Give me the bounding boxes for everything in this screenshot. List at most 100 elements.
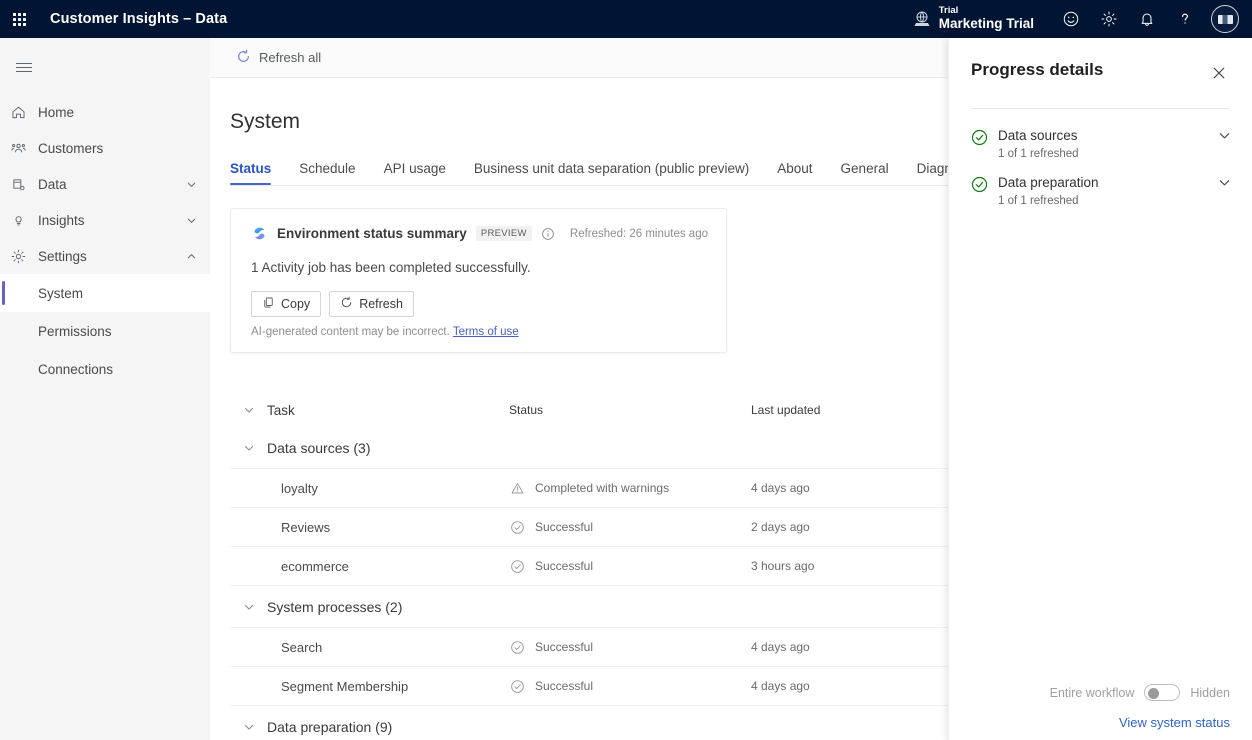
hamburger-menu-icon[interactable] [0,46,48,88]
refresh-spinner-icon [236,49,251,67]
sidebar-item-permissions[interactable]: Permissions [0,312,210,350]
help-icon[interactable] [1168,2,1202,36]
sidebar-item-connections[interactable]: Connections [0,350,210,388]
tab-about[interactable]: About [777,161,826,185]
sidebar-subitem-label: Connections [38,362,113,377]
panel-item-text: Data preparation 1 of 1 refreshed [998,174,1214,207]
task-name: Segment Membership [267,679,509,694]
last-updated: 4 days ago [751,640,810,654]
panel-item-subtitle: 1 of 1 refreshed [998,148,1214,160]
preview-badge: PREVIEW [476,226,532,241]
tab-business-unit-data-separation[interactable]: Business unit data separation (public pr… [474,161,763,185]
trial-environment-indicator[interactable]: Trial Marketing Trial [913,6,1034,31]
globe-icon [913,10,931,28]
sidebar-item-home[interactable]: Home [0,94,210,130]
sidebar-item-data[interactable]: Data [0,166,210,202]
sidebar-item-label: Customers [38,141,198,156]
panel-header: Progress details [949,38,1252,86]
refresh-button[interactable]: Refresh [329,291,414,317]
warning-triangle-icon [509,480,526,497]
entire-workflow-toggle[interactable] [1144,684,1180,701]
panel-footer: Entire workflow Hidden View system statu… [949,684,1252,740]
check-circle-icon [509,678,526,695]
tab-schedule[interactable]: Schedule [299,161,369,185]
status-label: Successful [535,559,593,573]
panel-title: Progress details [971,60,1103,80]
copy-button[interactable]: Copy [251,291,321,317]
copy-icon [262,296,275,312]
tab-api-usage[interactable]: API usage [384,161,460,185]
top-app-bar: Customer Insights – Data Trial Marketing… [0,0,1252,38]
sidebar-subitem-label: System [38,286,83,301]
chevron-down-icon[interactable] [184,215,198,226]
terms-of-use-link[interactable]: Terms of use [453,326,519,338]
trial-kicker: Trial [939,6,1034,16]
group-label: System processes (2) [267,599,509,615]
sidebar-item-system[interactable]: System [0,274,210,312]
column-header-status: Status [509,403,751,417]
trial-name: Marketing Trial [939,17,1034,31]
sidebar-nav: Home Customers [0,94,210,388]
bell-icon[interactable] [1130,2,1164,36]
chevron-down-icon[interactable] [230,721,267,733]
status-label: Successful [535,679,593,693]
smiley-feedback-icon[interactable] [1054,2,1088,36]
refresh-all-label: Refresh all [259,50,321,65]
tab-status[interactable]: Status [230,161,285,185]
avatar-circle [1211,5,1239,33]
left-sidebar: Home Customers [0,38,210,740]
sidebar-item-settings[interactable]: Settings [0,238,210,274]
task-status: Successful [509,519,751,536]
insights-bulb-icon [10,210,38,230]
avatar[interactable] [1206,0,1244,38]
chevron-down-icon[interactable] [184,179,198,190]
tab-label: General [841,161,889,176]
group-label: Data sources (3) [267,440,509,456]
sidebar-item-customers[interactable]: Customers [0,130,210,166]
chevron-down-icon[interactable] [230,442,267,454]
status-label: Successful [535,520,593,534]
refreshed-timestamp: Refreshed: 26 minutes ago [570,228,708,240]
panel-item-data-sources[interactable]: Data sources 1 of 1 refreshed [971,127,1234,160]
last-updated: 4 days ago [751,679,810,693]
gear-icon[interactable] [1092,2,1126,36]
tab-general[interactable]: General [841,161,903,185]
panel-item-data-preparation[interactable]: Data preparation 1 of 1 refreshed [971,174,1234,207]
close-icon[interactable] [1206,60,1232,86]
tab-label: Status [230,161,271,176]
card-header: Environment status summary PREVIEW Refre… [251,225,708,242]
tab-label: Schedule [299,161,355,176]
summary-message: 1 Activity job has been completed succes… [251,260,708,275]
panel-item-text: Data sources 1 of 1 refreshed [998,127,1214,160]
status-label: Successful [535,640,593,654]
task-name: Search [267,640,509,655]
collapse-all-chevron-icon[interactable] [230,404,267,416]
toggle-label: Entire workflow [1050,686,1135,700]
check-circle-green-icon [971,176,988,193]
task-name: ecommerce [267,559,509,574]
app-title: Customer Insights – Data [50,11,227,27]
refresh-label: Refresh [359,297,403,311]
column-header-last-updated: Last updated [751,403,820,417]
entire-workflow-toggle-row: Entire workflow Hidden [971,684,1230,701]
progress-details-panel: Progress details Data sources 1 of 1 r [948,38,1252,740]
tab-label: About [777,161,812,176]
toggle-state-label: Hidden [1190,686,1230,700]
chevron-down-icon[interactable] [1214,129,1234,142]
check-circle-icon [509,519,526,536]
check-circle-green-icon [971,129,988,146]
check-circle-icon [509,558,526,575]
info-icon[interactable] [541,227,555,241]
chevron-up-icon[interactable] [184,251,198,262]
customers-icon [10,138,38,158]
refresh-spinner-icon [340,296,353,312]
status-label: Completed with warnings [535,481,669,495]
view-system-status-link[interactable]: View system status [971,715,1230,730]
chevron-down-icon[interactable] [1214,176,1234,189]
sidebar-item-insights[interactable]: Insights [0,202,210,238]
chevron-down-icon[interactable] [230,601,267,613]
refresh-all-button[interactable]: Refresh all [228,43,329,73]
data-icon [10,174,38,194]
app-launcher-icon[interactable] [0,0,38,38]
panel-item-title: Data sources [998,128,1078,143]
